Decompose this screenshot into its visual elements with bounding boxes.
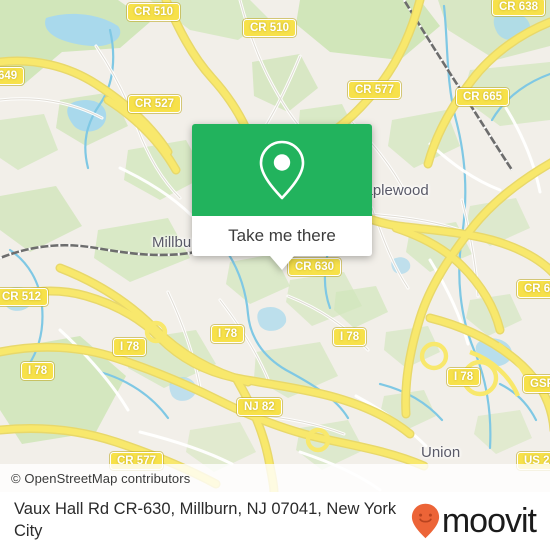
moovit-logo[interactable]: moovit — [411, 502, 537, 540]
road-shield: CR 638 — [492, 0, 545, 16]
road-shield: I 78 — [333, 328, 367, 346]
road-shield: 649 — [0, 67, 25, 85]
road-shield: CR 527 — [128, 95, 181, 113]
road-shield: CR 630 — [288, 258, 341, 276]
map-screenshot: Maplewood Millburn Union CR 510 CR 510 C… — [0, 0, 550, 550]
footer-bar: Vaux Hall Rd CR-630, Millburn, NJ 07041,… — [0, 492, 550, 550]
road-shield: I 78 — [21, 362, 55, 380]
map-attribution[interactable]: © OpenStreetMap contributors — [0, 464, 550, 492]
road-shield: CR 510 — [243, 19, 296, 37]
road-shield: CR 665 — [456, 88, 509, 106]
location-callout[interactable]: Take me there — [192, 124, 372, 270]
road-shield: CR 510 — [127, 3, 180, 21]
moovit-pin-smiley-icon — [411, 503, 439, 539]
address-text: Vaux Hall Rd CR-630, Millburn, NJ 07041,… — [14, 500, 397, 540]
moovit-wordmark: moovit — [441, 502, 537, 540]
map-pin-icon — [259, 140, 305, 200]
road-shield: CR 512 — [0, 288, 48, 306]
callout-action-label: Take me there — [228, 226, 336, 245]
map-container[interactable]: Maplewood Millburn Union CR 510 CR 510 C… — [0, 0, 550, 492]
callout-pointer — [270, 256, 294, 270]
road-shield: CR 577 — [348, 81, 401, 99]
road-shield: NJ 82 — [237, 398, 282, 416]
attribution-text: © OpenStreetMap contributors — [11, 470, 191, 486]
callout-action-button[interactable]: Take me there — [192, 216, 372, 256]
road-shield: I 78 — [447, 368, 481, 386]
place-label-union: Union — [421, 444, 461, 461]
road-shield: GSP — [523, 375, 550, 393]
road-shield: I 78 — [211, 325, 245, 343]
callout-icon-area — [192, 124, 372, 216]
road-shield: I 78 — [113, 338, 147, 356]
road-shield: CR 602 — [517, 280, 550, 298]
